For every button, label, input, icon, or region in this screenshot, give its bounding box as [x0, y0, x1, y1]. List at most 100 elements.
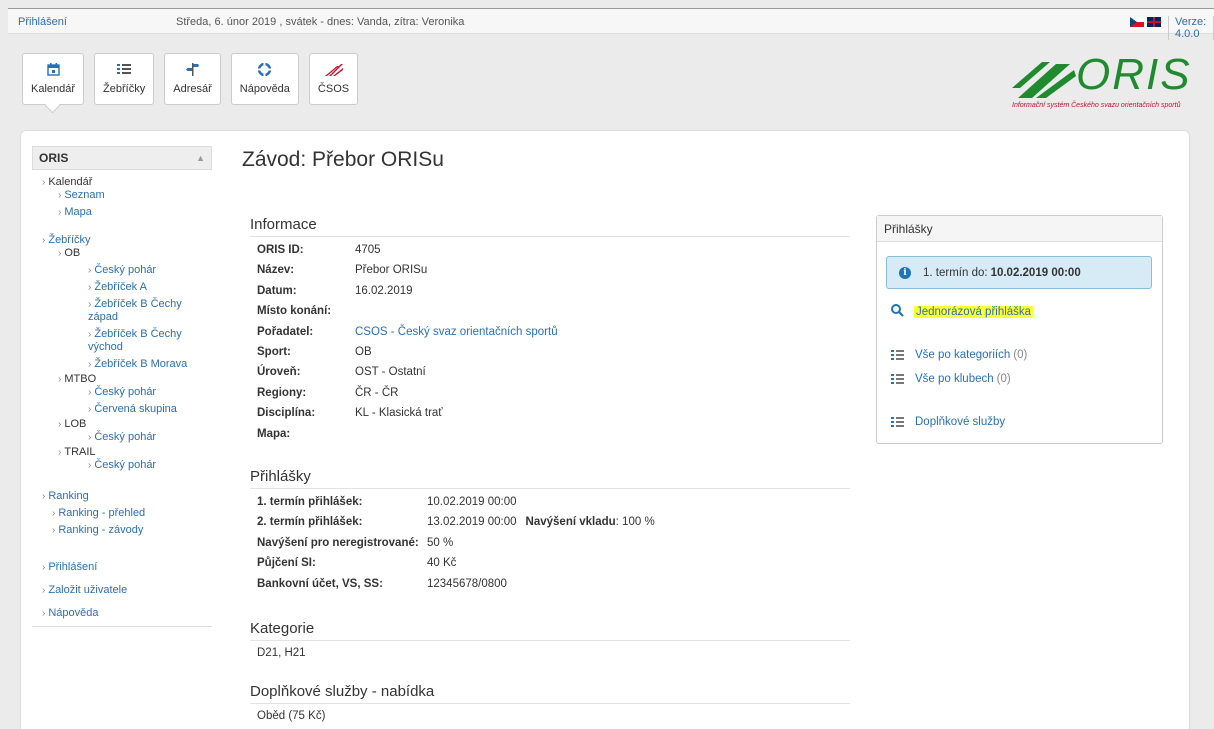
sidebar-item-label: Ranking - závody [58, 524, 144, 536]
sidebar-item-ranking-overview[interactable]: › Ranking - přehled [32, 507, 212, 520]
info-key: Mapa: [257, 427, 291, 440]
sidebar-item-label: Založit uživatele [48, 584, 128, 596]
calendar-icon [46, 63, 60, 79]
registration-key: 1. termín přihlášek: [257, 496, 363, 508]
info-row: Datum: 16.02.2019 [250, 281, 850, 301]
info-key: Sport: [257, 346, 291, 359]
chevron-right-icon: › [58, 207, 62, 218]
registration-key: Navýšení pro neregistrované: [257, 536, 419, 549]
sidebar-item-label: Ranking - přehled [58, 507, 146, 519]
registration-row: 2. termín přihlášek: 13.02.2019 00:00 Navý… [250, 512, 850, 532]
info-key: Místo konání: [257, 305, 332, 318]
sidebar-item-label: Český pohár [94, 459, 157, 471]
info-row: Název: Přebor ORISu [250, 260, 850, 280]
sidebar-item-label: Český pohár [94, 431, 157, 443]
categories-section: Kategorie D21, H21 [250, 620, 850, 662]
registration-value: 13.02.2019 00:00 [427, 516, 517, 529]
chevron-right-icon: › [42, 491, 46, 502]
organizer-link[interactable]: CSOS - Český svaz orientačních sportů [355, 322, 558, 342]
sidebar-header-title: ORIS [39, 151, 69, 165]
list-icon [117, 63, 132, 79]
chevron-right-icon: › [88, 265, 92, 276]
info-heading: Informace [250, 216, 850, 237]
toolbar-button-label: Adresář [173, 83, 212, 95]
sidebar-item-ranking-races[interactable]: › Ranking - závody [32, 524, 212, 537]
sidebar-item-trail[interactable]: › TRAIL [32, 446, 212, 459]
sidebar-item-label: Seznam [64, 189, 105, 201]
sidebar-item-list[interactable]: › Seznam [32, 189, 212, 202]
version-link[interactable]: Verze: 4.0.0 [1168, 16, 1214, 40]
sidebar-item-map[interactable]: › Mapa [32, 206, 212, 219]
lifebuoy-icon [258, 62, 272, 79]
sidebar-item-trail-cup[interactable]: › Český pohár [32, 459, 212, 472]
sidebar-header[interactable]: ORIS ▲︎ [32, 146, 212, 170]
sidebar-item-ob-cup[interactable]: › Český pohár [32, 264, 212, 277]
sidebar-item-label: Nápověda [48, 607, 99, 619]
sidebar-item-create-user[interactable]: › Založit uživatele [32, 584, 212, 597]
info-key: Úroveň: [257, 366, 301, 379]
chevron-right-icon: › [52, 508, 56, 519]
czech-flag-icon[interactable] [1130, 17, 1144, 27]
sidebar-item-rankings[interactable]: › Žebříčky [32, 234, 212, 247]
by-club-count: (0) [996, 373, 1011, 385]
info-key: Pořadatel: [257, 325, 314, 338]
list-icon [891, 374, 905, 384]
chevron-right-icon: › [58, 248, 62, 259]
registration-key: Bankovní účet, VS, SS: [257, 577, 383, 590]
chevron-right-icon: › [42, 562, 46, 573]
toolbar-calendar-button[interactable]: Kalendář [22, 53, 85, 105]
sidebar-item-ob-b-moravia[interactable]: › Žebříček B Morava [32, 358, 212, 371]
sidebar-item-label: Ranking [48, 490, 89, 502]
english-flag-icon[interactable] [1147, 17, 1161, 27]
chevron-right-icon: › [52, 525, 56, 536]
sidebar-item-mtbo-cup[interactable]: › Český pohár [32, 386, 212, 399]
list-icon [891, 350, 905, 360]
services-heading: Doplňkové služby - nabídka [250, 683, 850, 704]
chevron-right-icon: › [88, 299, 92, 310]
chevron-right-icon: › [58, 447, 62, 458]
by-club-link[interactable]: Vše po klubech [915, 373, 994, 385]
sidebar-item-label: TRAIL [64, 446, 96, 458]
sidebar-item-ob[interactable]: › OB [32, 247, 212, 260]
sidebar-item-ob-b-east[interactable]: › Žebříček B Čechy východ [32, 328, 212, 354]
deadline-alert: i 1. termín do: 10.02.2019 00:00 [886, 256, 1152, 289]
info-key: Datum: [257, 284, 297, 297]
sidebar-item-label: Červená skupina [94, 403, 177, 415]
sidebar-item-mtbo-red[interactable]: › Červená skupina [32, 403, 212, 416]
sidebar-item-lob-cup[interactable]: › Český pohár [32, 431, 212, 444]
single-entry-link[interactable]: Jednorázová přihláška [914, 306, 1034, 318]
by-category-link[interactable]: Vše po kategoriích [915, 349, 1010, 361]
sidebar: ORIS ▲︎ › Kalendář › Seznam › Mapa › Žebříčk… [32, 146, 212, 627]
chevron-right-icon: › [58, 190, 62, 201]
logo-text: ORIS [1076, 50, 1192, 99]
info-row: Regiony: ČR - ČR [250, 383, 850, 403]
chevron-right-icon: › [88, 359, 92, 370]
sidebar-item-calendar[interactable]: › Kalendář [32, 176, 212, 189]
sidebar-item-mtbo[interactable]: › MTBO [32, 373, 212, 386]
registration-row: 1. termín přihlášek: 10.02.2019 00:00 [250, 492, 850, 512]
sidebar-item-ranking[interactable]: › Ranking [32, 490, 212, 503]
oris-logo[interactable]: ORIS Informační systém Českého svazu ori… [1012, 50, 1204, 118]
toolbar-csos-button[interactable]: ČSOS [308, 53, 359, 105]
registration-row: Navýšení pro neregistrované: 50 % [250, 533, 850, 553]
sidebar-item-ob-b-west[interactable]: › Žebříček B Čechy západ [32, 298, 212, 324]
registration-box-title: Přihlášky [877, 216, 1162, 242]
page-title: Závod: Přebor ORISu [242, 148, 444, 171]
login-link[interactable]: Přihlášení [18, 16, 67, 28]
services-link[interactable]: Doplňkové služby [915, 416, 1005, 428]
toolbar-help-button[interactable]: Nápověda [230, 53, 299, 105]
sidebar-item-lob[interactable]: › LOB [32, 418, 212, 431]
toolbar-button-label: Kalendář [31, 83, 76, 95]
sidebar-item-help[interactable]: › Nápověda [32, 607, 212, 620]
sidebar-item-label: Žebříček A [94, 281, 147, 293]
sidebar-item-label: Přihlášení [48, 561, 98, 573]
info-value: Přebor ORISu [355, 264, 428, 277]
by-category-item: Vše po kategoriích (0) [891, 349, 1027, 361]
info-row: Pořadatel: CSOS - Český svaz orientačních… [250, 322, 850, 342]
toolbar-directory-button[interactable]: Adresář [164, 53, 221, 105]
info-value: OST - Ostatní [355, 366, 426, 379]
sidebar-item-ob-a[interactable]: › Žebříček A [32, 281, 212, 294]
toolbar-rankings-button[interactable]: Žebříčky [94, 53, 155, 105]
info-row: Místo konání: [250, 301, 850, 321]
sidebar-item-login[interactable]: › Přihlášení [32, 561, 212, 574]
